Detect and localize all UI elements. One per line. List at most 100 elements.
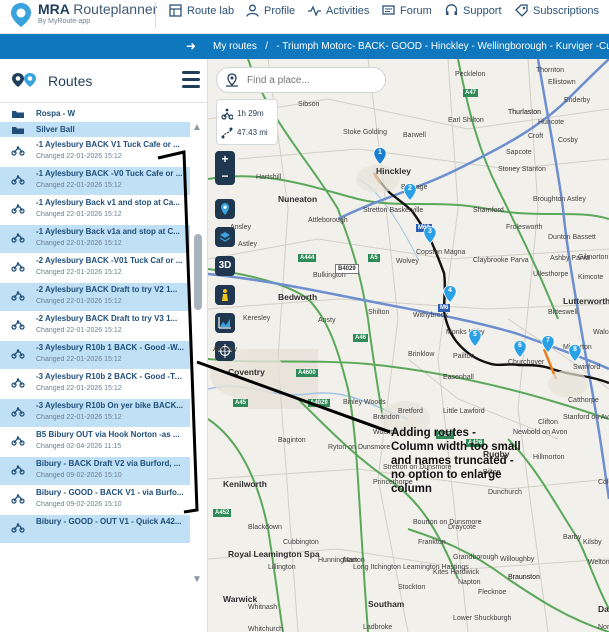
list-item[interactable]: -2 Aylesbury BACK Draft to try V3 1... Ch… <box>0 312 190 340</box>
list-item-title: -3 Aylesbury R10b 2 BACK - Good -Tu... <box>36 372 184 381</box>
waypoint-marker[interactable]: 5 <box>468 329 482 347</box>
scroll-up-icon[interactable]: ▲ <box>192 122 202 133</box>
breadcrumb: ➜ My routes / - Triumph Motorc- BACK- GO… <box>0 34 609 59</box>
poi-button[interactable] <box>215 199 235 219</box>
map-place-label: Catthorpe <box>568 397 599 404</box>
map-place-label: Dunton Bassett <box>548 234 596 241</box>
map-place-label: Stockton <box>398 584 426 591</box>
waypoint-marker[interactable]: 6 <box>513 340 527 358</box>
map-place-label: Earl Shilton <box>448 117 484 124</box>
map-place-label: Nuneaton <box>278 194 318 204</box>
list-item-changed: Changed 22-01-2026 15:12 <box>36 327 122 334</box>
list-item[interactable]: -3 Aylesbury R10b 2 BACK - Good -Tu... Ch… <box>0 370 190 398</box>
list-item-title: B5 Bibury OUT via Hook Norton -as ... <box>36 430 180 439</box>
list-item[interactable]: -1 Aylesbury BACK V1 Tuck Cafe or ... Cha… <box>0 138 190 166</box>
waypoint-marker[interactable]: 8 <box>568 344 582 362</box>
list-item-title: -1 Aylesbury BACK V1 Tuck Cafe or ... <box>36 140 180 149</box>
activities-icon <box>308 5 321 17</box>
waypoint-marker[interactable]: 1 <box>373 147 387 165</box>
map-place-label: Keresley <box>243 315 271 322</box>
waypoint-marker[interactable]: 2 <box>403 183 417 201</box>
waypoint-marker[interactable]: 4 <box>443 285 457 303</box>
map-place-label: Gilmorton <box>578 254 609 261</box>
motorcycle-icon <box>11 494 25 504</box>
app-logo[interactable]: MRA Routeplanner By MyRoute-app <box>10 1 158 31</box>
map-place-label: Grandborough <box>453 554 499 561</box>
map-place-label: Wolvey <box>396 258 419 265</box>
profile-icon <box>246 4 259 17</box>
waypoint-marker[interactable]: 7 <box>541 335 555 353</box>
map-place-label: Welton <box>588 559 609 566</box>
place-search[interactable] <box>216 67 386 93</box>
hamburger-menu-icon[interactable] <box>182 71 202 89</box>
view-3d-button[interactable]: 3D <box>215 256 235 276</box>
divider <box>0 102 207 103</box>
motorcycle-icon <box>11 233 25 243</box>
motorcycle-icon <box>11 436 25 446</box>
list-item[interactable]: -1 Aylesbury Back v1 and stop at Ca... Ch… <box>0 196 190 224</box>
street-view-button[interactable] <box>215 285 235 305</box>
waypoint-marker[interactable]: 3 <box>423 226 437 244</box>
sidebar-folder[interactable]: Rospa - W <box>0 106 190 121</box>
scrollbar-thumb[interactable] <box>194 234 202 310</box>
map-place-label: Walcote <box>593 329 609 336</box>
breadcrumb-root[interactable]: My routes <box>213 41 257 52</box>
list-item-title: -1 Aylesbury Back v1a and stop at C... <box>36 227 180 236</box>
motorcycle-icon <box>11 407 25 417</box>
map-place-label: Hartshill <box>256 174 282 181</box>
subscriptions-icon <box>515 4 528 17</box>
scroll-down-icon[interactable]: ▼ <box>192 574 202 585</box>
map-place-label: Willoughby <box>500 556 535 563</box>
breadcrumb-path: My routes / - Triumph Motorc- BACK- GOOD… <box>213 34 609 59</box>
map-place-label: Hillmorton <box>533 454 565 461</box>
map-place-label: Kites Hardwick <box>433 569 480 576</box>
road-shield: A47 <box>463 89 479 97</box>
list-item[interactable]: Bibury - GOOD - OUT V1 - Quick A42... <box>0 515 190 543</box>
zoom-out-button[interactable]: − <box>215 168 235 185</box>
list-item[interactable]: -2 Aylesbury BACK -V01 Tuck Caf or ... Ch… <box>0 254 190 282</box>
map-place-label: Stretton Baskerville <box>363 207 424 214</box>
search-input[interactable] <box>247 72 379 88</box>
folder-icon <box>12 127 24 134</box>
map-place-label: Stanford on Avon <box>563 414 609 421</box>
waypoint-number: 4 <box>448 287 452 294</box>
sidebar-folder[interactable]: Silver Ball <box>0 122 190 137</box>
map-place-label: Cubbington <box>283 539 319 546</box>
map-place-label: Brandon <box>373 414 400 421</box>
zoom-in-button[interactable]: + <box>215 151 235 168</box>
list-item-changed: Changed 22-01-2026 15:12 <box>36 414 122 421</box>
list-item-title: -2 Aylesbury BACK -V01 Tuck Caf or ... <box>36 256 183 265</box>
list-item[interactable]: -3 Aylesbury R10b 1 BACK - Good -W... Cha… <box>0 341 190 369</box>
list-item[interactable]: Bibury - GOOD - BACK V1 - via Burfo... Ch… <box>0 486 190 514</box>
back-arrow-icon[interactable]: ➜ <box>186 34 202 59</box>
map-place-label: Ladbroke <box>363 624 393 631</box>
route-pins-icon <box>12 73 36 87</box>
app-name: MRA Routeplanner <box>38 1 158 17</box>
map-place-label: Royal Leamington Spa <box>228 549 320 559</box>
motorcycle-icon <box>11 349 25 359</box>
app-byline: By MyRoute-app <box>38 18 91 25</box>
list-item[interactable]: -1 Aylesbury BACK -V0 Tuck Cafe or ... Ch… <box>0 167 190 195</box>
routes-sidebar: Routes Rospa - W Silver Ball -1 Aylesbury … <box>0 59 208 632</box>
user-annotation: Adding routes - Column width too small a… <box>391 427 521 495</box>
sidebar-scrollbar[interactable]: ▲ ▼ <box>191 118 205 588</box>
list-item-changed: Changed 09-02-2026 15:10 <box>36 501 122 508</box>
list-item-changed: Changed 22-01-2026 15:12 <box>36 182 122 189</box>
list-item[interactable]: -2 Aylesbury BACK Draft to try V2 1... Ch… <box>0 283 190 311</box>
list-item[interactable]: Bibury - BACK Draft V2 via Burford, ... C… <box>0 457 190 485</box>
route-map[interactable]: 1h 29m 47.43 mi + − 3D Pecklelon Thornton… <box>208 59 609 632</box>
elevation-button[interactable] <box>215 313 235 333</box>
list-item[interactable]: -3 Aylesbury R10b On yer bike BACK... Cha… <box>0 399 190 427</box>
list-item-changed: Changed 22-01-2026 15:12 <box>36 356 122 363</box>
map-place-label: Frolesworth <box>506 224 543 231</box>
map-place-label: Cosby <box>558 137 578 144</box>
map-place-label: Withybrook <box>413 312 449 319</box>
map-place-label: Pailton <box>453 353 475 360</box>
motorcycle-icon <box>11 378 25 388</box>
list-item-changed: Changed 09-02-2026 15:10 <box>36 472 122 479</box>
list-item[interactable]: B5 Bibury OUT via Hook Norton -as ... Cha… <box>0 428 190 456</box>
list-item[interactable]: -1 Aylesbury Back v1a and stop at C... Ch… <box>0 225 190 253</box>
waypoint-number: 2 <box>408 185 412 192</box>
map-place-label: Baginton <box>278 437 306 444</box>
map-place-label: Copston Magna <box>416 249 466 256</box>
